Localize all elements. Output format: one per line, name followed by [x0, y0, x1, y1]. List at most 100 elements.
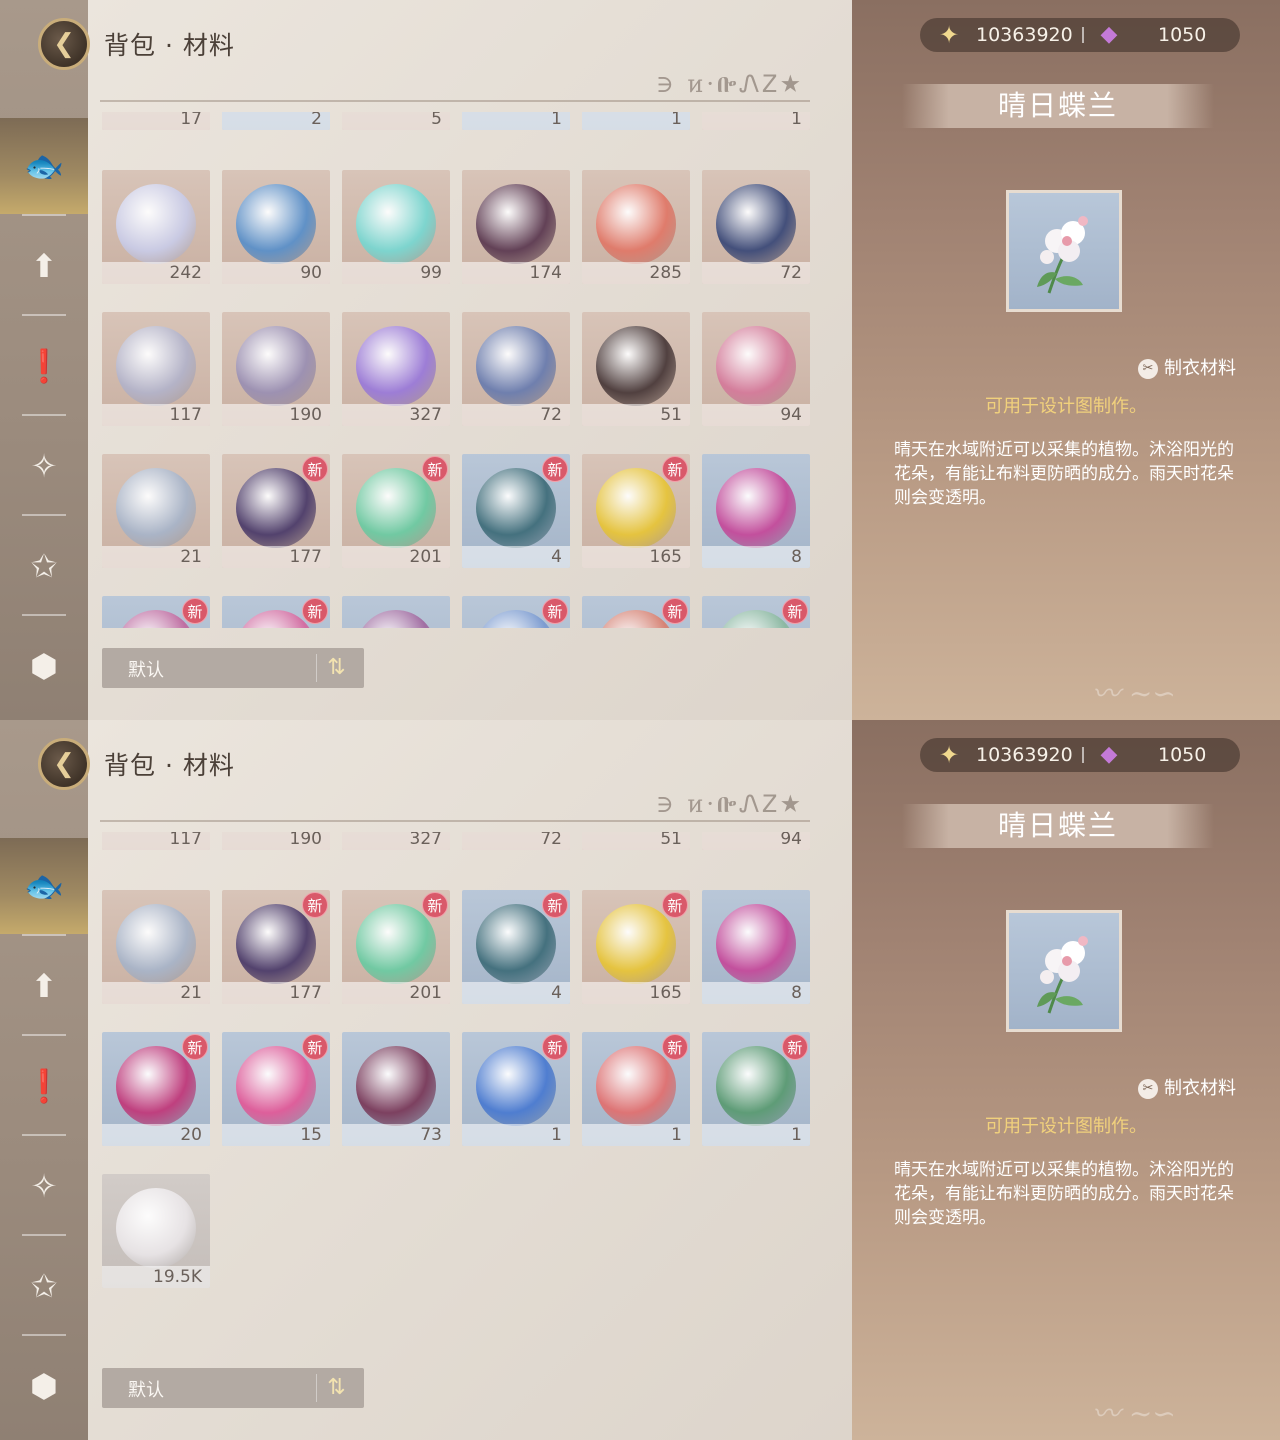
page-title: 背包 · 材料 [104, 751, 235, 780]
inventory-item[interactable]: 新 20 [102, 1032, 210, 1146]
sort-toggle-icon[interactable]: ⇅ [316, 1374, 356, 1402]
inventory-item[interactable]: 1 [702, 112, 810, 130]
inventory-item[interactable]: 72 [462, 312, 570, 426]
inventory-item[interactable]: 21 [102, 454, 210, 568]
inventory-item[interactable]: 327 [342, 832, 450, 850]
inventory-item[interactable]: 117 [102, 312, 210, 426]
inventory-item[interactable]: 新 [702, 596, 810, 628]
item-quantity: 242 [102, 262, 210, 284]
item-quantity: 190 [222, 832, 330, 850]
item-art-icon [116, 468, 196, 548]
inventory-item[interactable]: 新 165 [582, 454, 690, 568]
item-quantity: 1 [582, 112, 690, 130]
inventory-item[interactable]: 19.5K [102, 1174, 210, 1288]
sidebar-tab-fish[interactable]: 🐟 [0, 838, 88, 934]
inventory-item[interactable] [342, 596, 450, 628]
usage-note: 可用于设计图制作。 [985, 1116, 1147, 1137]
new-badge: 新 [302, 1034, 328, 1060]
inventory-item[interactable]: 2 [222, 112, 330, 130]
item-art-icon [356, 468, 436, 548]
item-quantity: 90 [222, 262, 330, 284]
inventory-item[interactable]: 73 [342, 1032, 450, 1146]
sort-toggle-icon[interactable]: ⇅ [316, 654, 356, 682]
item-quantity: 21 [102, 982, 210, 1004]
item-art-icon [716, 468, 796, 548]
inventory-item[interactable]: 新 [222, 596, 330, 628]
inventory-item[interactable]: 8 [702, 890, 810, 1004]
inventory-item[interactable]: 新1 [702, 1032, 810, 1146]
inventory-item[interactable]: 327 [342, 312, 450, 426]
sidebar-tab-arrow-up[interactable]: ⬆ [0, 218, 88, 314]
inventory-item[interactable]: 21 [102, 890, 210, 1004]
inventory-item[interactable]: 17 [102, 112, 210, 130]
item-art-icon [356, 184, 436, 264]
item-art-icon [596, 468, 676, 548]
inventory-item[interactable]: 1 [582, 112, 690, 130]
sidebar-tab-star-wand[interactable]: ✩ [0, 1238, 88, 1334]
sidebar-tab-crystal[interactable]: ✧ [0, 418, 88, 514]
inventory-item[interactable]: 174 [462, 170, 570, 284]
sidebar-tab-cube[interactable]: ⬢ [0, 1338, 88, 1434]
inventory-item[interactable]: 51 [582, 832, 690, 850]
item-art-icon [116, 904, 196, 984]
sidebar-tab-fish[interactable]: 🐟 [0, 118, 88, 214]
inventory-item[interactable]: 90 [222, 170, 330, 284]
item-quantity: 177 [222, 546, 330, 568]
inventory-item[interactable]: 99 [342, 170, 450, 284]
inventory-item[interactable]: 新 [582, 596, 690, 628]
inventory-item[interactable]: 新 201 [342, 890, 450, 1004]
inventory-item[interactable]: 5 [342, 112, 450, 130]
sort-dropdown[interactable]: 默认 ⇅ [102, 1368, 364, 1408]
item-detail-pane: ✦ 10363920 ◆ 1050 晴日蝶兰 ✂ 制衣材料 可用于设计图制作。 … [852, 720, 1280, 1440]
inventory-item[interactable]: 新 201 [342, 454, 450, 568]
new-badge: 新 [782, 1034, 808, 1060]
inventory-item[interactable]: 新 165 [582, 890, 690, 1004]
sidebar-tab-exclamation[interactable]: ❗ [0, 318, 88, 414]
category-tag: ✂ 制衣材料 [1138, 1074, 1236, 1100]
item-art-icon [476, 184, 556, 264]
sidebar-tab-exclamation[interactable]: ❗ [0, 1038, 88, 1134]
item-art-icon [596, 1046, 676, 1126]
inventory-item[interactable]: 285 [582, 170, 690, 284]
new-badge: 新 [302, 598, 328, 624]
inventory-item[interactable]: 新 177 [222, 890, 330, 1004]
inventory-item[interactable]: 72 [702, 170, 810, 284]
inventory-item[interactable]: 新1 [462, 1032, 570, 1146]
inventory-item[interactable]: 190 [222, 312, 330, 426]
new-badge: 新 [662, 892, 688, 918]
currency-bar: ✦ 10363920 ◆ 1050 [920, 738, 1240, 772]
sidebar-tab-cube[interactable]: ⬢ [0, 618, 88, 714]
inventory-item[interactable]: 117 [102, 832, 210, 850]
inventory-item[interactable]: 94 [702, 832, 810, 850]
sidebar-divider [22, 1134, 66, 1136]
inventory-item[interactable]: 新 [462, 596, 570, 628]
back-button[interactable]: ❮ [38, 738, 90, 790]
inventory-item[interactable]: 新 [102, 596, 210, 628]
sidebar-tab-arrow-up[interactable]: ⬆ [0, 938, 88, 1034]
inventory-item[interactable]: 94 [702, 312, 810, 426]
sidebar-tab-crystal[interactable]: ✧ [0, 1138, 88, 1234]
inventory-item[interactable]: 新4 [462, 454, 570, 568]
item-quantity: 285 [582, 262, 690, 284]
inventory-item[interactable]: 242 [102, 170, 210, 284]
sidebar-tab-star-wand[interactable]: ✩ [0, 518, 88, 614]
item-art-icon [236, 326, 316, 406]
inventory-item[interactable]: 1 [462, 112, 570, 130]
crystal-icon: ✧ [30, 1167, 58, 1205]
inventory-item[interactable]: 新1 [582, 1032, 690, 1146]
inventory-item[interactable]: 新 177 [222, 454, 330, 568]
decorative-flourish: 〰 ∼∽ [1092, 1397, 1176, 1430]
inventory-item[interactable]: 新 15 [222, 1032, 330, 1146]
item-description: 晴天在水域附近可以采集的植物。沐浴阳光的花朵，有能让布料更防晒的成分。雨天时花朵… [894, 1160, 1234, 1228]
inventory-item[interactable]: 72 [462, 832, 570, 850]
inventory-item[interactable]: 新4 [462, 890, 570, 1004]
arrow-up-icon: ⬆ [30, 247, 58, 285]
item-name: 晴日蝶兰 [997, 809, 1118, 842]
fish-icon: 🐟 [24, 867, 64, 905]
inventory-item[interactable]: 190 [222, 832, 330, 850]
inventory-item[interactable]: 51 [582, 312, 690, 426]
decorative-script: ∋ ᴎ·ᎄᏁᏃ★ [656, 70, 803, 98]
back-button[interactable]: ❮ [38, 18, 90, 70]
sort-dropdown[interactable]: 默认 ⇅ [102, 648, 364, 688]
inventory-item[interactable]: 8 [702, 454, 810, 568]
